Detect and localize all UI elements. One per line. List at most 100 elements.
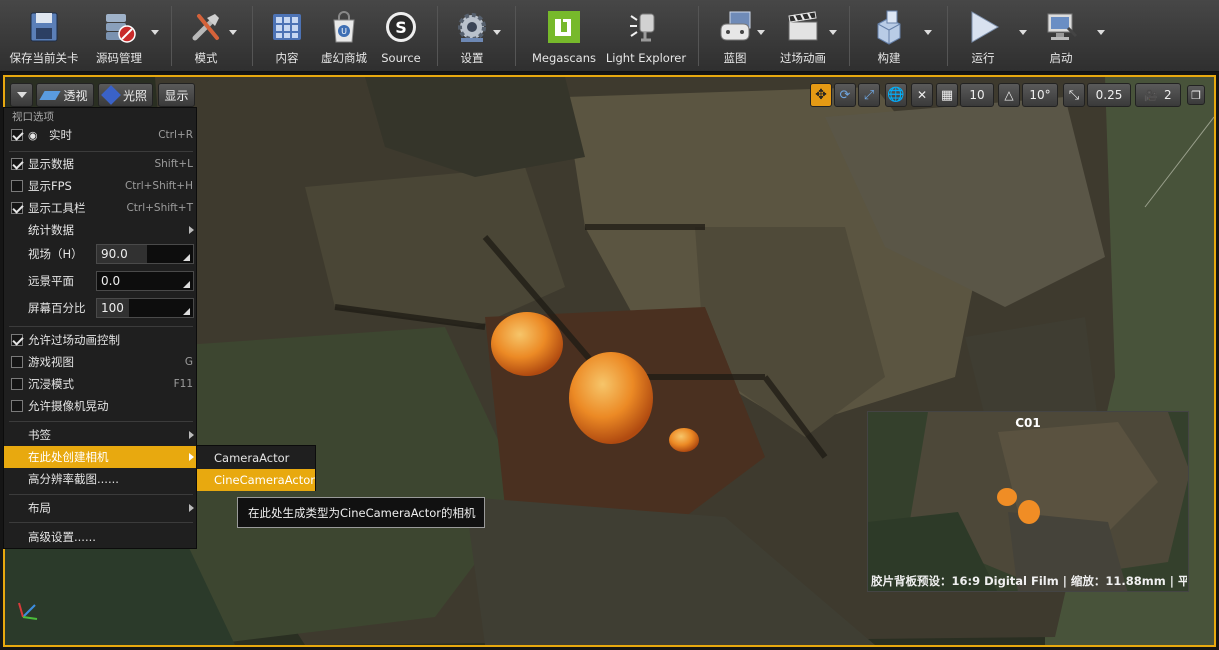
grid-snap-value[interactable]: 10 (960, 83, 994, 107)
checkbox[interactable] (11, 334, 23, 346)
toolbar-separator (515, 6, 516, 66)
main-toolbar: 保存当前关卡 源码管理 模式 内容 U 虚幻商城 S Source 设置 Meg… (0, 0, 1219, 72)
menu-item-stat[interactable]: 统计数据 (4, 219, 198, 241)
rotation-snap-value[interactable]: 10° (1022, 83, 1058, 107)
modes-dropdown[interactable] (229, 30, 237, 35)
launch-dropdown[interactable] (1097, 30, 1105, 35)
surface-snap-icon: ✕ (916, 88, 928, 102)
menu-divider (9, 522, 193, 523)
menu-item-show-fps[interactable]: 显示FPS Ctrl+Shift+H (4, 175, 198, 197)
settings-button[interactable]: 设置 (449, 4, 495, 68)
launch-button[interactable]: 启动 (1036, 4, 1086, 68)
camera-speed-button[interactable]: 🎥 2 (1135, 83, 1181, 107)
menu-item-advanced-settings[interactable]: 高级设置...... (4, 526, 198, 548)
menu-item-high-res-screenshot[interactable]: 高分辨率截图...... (4, 468, 198, 490)
tooltip-text: 在此处生成类型为CineCameraActor的相机 (248, 505, 476, 520)
perspective-button[interactable]: 透视 (36, 83, 94, 107)
source-button[interactable]: S Source (378, 4, 424, 68)
fov-input[interactable]: 90.0 (96, 244, 194, 264)
menu-divider (9, 326, 193, 327)
toolbar-separator (252, 6, 253, 66)
menu-item-immersive[interactable]: 沉浸模式 F11 (4, 373, 198, 395)
content-icon (273, 14, 301, 40)
cinematics-icon (788, 11, 818, 41)
far-plane-input[interactable]: 0.0 (96, 271, 194, 291)
resize-handle-icon (183, 254, 190, 261)
checkbox[interactable] (11, 356, 23, 368)
content-button[interactable]: 内容 (264, 4, 310, 68)
light-explorer-button[interactable]: Light Explorer (604, 4, 688, 68)
light-explorer-icon (630, 13, 655, 42)
megascans-button[interactable]: Megascans (530, 4, 598, 68)
toolbar-separator (947, 6, 948, 66)
modes-button[interactable]: 模式 (180, 4, 232, 68)
maximize-icon: ❐ (1191, 88, 1201, 102)
lit-mode-button[interactable]: 光照 (98, 83, 153, 107)
rotate-mode-button[interactable]: ⟳ (834, 83, 856, 107)
mushroom (1018, 500, 1040, 524)
screen-percentage-input[interactable]: 100 (96, 298, 194, 318)
chevron-right-icon (189, 504, 194, 512)
surface-snap-button[interactable]: ✕ (911, 83, 933, 107)
menu-item-bookmarks[interactable]: 书签 (4, 424, 198, 446)
chevron-right-icon (189, 431, 194, 439)
scale-snap-value[interactable]: 0.25 (1087, 83, 1131, 107)
camera-icon: 🎥 (1144, 88, 1159, 102)
menu-item-realtime[interactable]: ◉ 实时 Ctrl+R (4, 124, 198, 146)
mushroom (997, 488, 1017, 506)
checkbox[interactable] (11, 129, 23, 141)
cinematics-button[interactable]: 过场动画 (776, 4, 830, 68)
resize-handle-icon (183, 308, 190, 315)
show-button[interactable]: 显示 (158, 83, 195, 107)
blueprints-button[interactable]: 蓝图 (710, 4, 760, 68)
translate-mode-button[interactable]: ✥ (810, 83, 832, 107)
menu-item-camera-shake[interactable]: 允许摄像机晃动 (4, 395, 198, 417)
move-icon: ✥ (815, 87, 827, 103)
lit-sphere-icon (101, 85, 121, 105)
checkbox[interactable] (11, 400, 23, 412)
checkbox[interactable] (11, 158, 23, 170)
megascans-icon (548, 11, 580, 43)
build-dropdown[interactable] (924, 30, 932, 35)
checkbox[interactable] (11, 378, 23, 390)
source-control-dropdown[interactable] (151, 30, 159, 35)
modes-icon (192, 14, 219, 41)
menu-item-game-view[interactable]: 游戏视图 G (4, 351, 198, 373)
play-dropdown[interactable] (1019, 30, 1027, 35)
world-local-button[interactable]: 🌐 (885, 83, 907, 107)
lit-label: 光照 (122, 88, 147, 103)
realtime-icon: ◉ (28, 128, 38, 142)
save-level-button[interactable]: 保存当前关卡 (6, 4, 82, 68)
cinematics-dropdown[interactable] (829, 30, 837, 35)
rotation-snap-toggle[interactable]: △ (998, 83, 1020, 107)
camera-preview-info: 胶片背板预设：16:9 Digital Film | 缩放：11.88mm | … (871, 574, 1187, 588)
menu-item-show-toolbar[interactable]: 显示工具栏 Ctrl+Shift+T (4, 197, 198, 219)
menu-header: 视口选项 (12, 111, 54, 123)
play-button[interactable]: 运行 (960, 4, 1006, 68)
scale-mode-button[interactable]: ⤢ (858, 83, 880, 107)
build-icon (877, 10, 901, 45)
submenu-item-camera-actor[interactable]: CameraActor (197, 447, 315, 469)
scale-snap-toggle[interactable]: ⤡ (1063, 83, 1085, 107)
blueprints-dropdown[interactable] (757, 30, 765, 35)
source-control-button[interactable]: 源码管理 (88, 4, 150, 68)
menu-item-create-camera[interactable]: 在此处创建相机 (4, 446, 198, 468)
menu-divider (9, 151, 193, 152)
maximize-viewport-button[interactable]: ❐ (1187, 85, 1205, 105)
chevron-right-icon (189, 226, 194, 234)
checkbox[interactable] (11, 180, 23, 192)
menu-item-layouts[interactable]: 布局 (4, 497, 198, 519)
menu-item-show-stats[interactable]: 显示数据 Shift+L (4, 153, 198, 175)
checkbox[interactable] (11, 202, 23, 214)
settings-dropdown[interactable] (493, 30, 501, 35)
toolbar-separator (698, 6, 699, 66)
build-button[interactable]: 构建 (864, 4, 914, 68)
globe-icon: 🌐 (887, 87, 905, 103)
viewport-options-button[interactable] (10, 83, 33, 107)
marketplace-button[interactable]: U 虚幻商城 (316, 4, 372, 68)
grid-snap-toggle[interactable]: ▦ (936, 83, 958, 107)
submenu-item-cine-camera-actor[interactable]: CineCameraActor (197, 469, 315, 491)
camera-preview-render (868, 412, 1188, 591)
menu-item-allow-cinematic-control[interactable]: 允许过场动画控制 (4, 329, 198, 351)
blueprint-icon (720, 11, 751, 41)
